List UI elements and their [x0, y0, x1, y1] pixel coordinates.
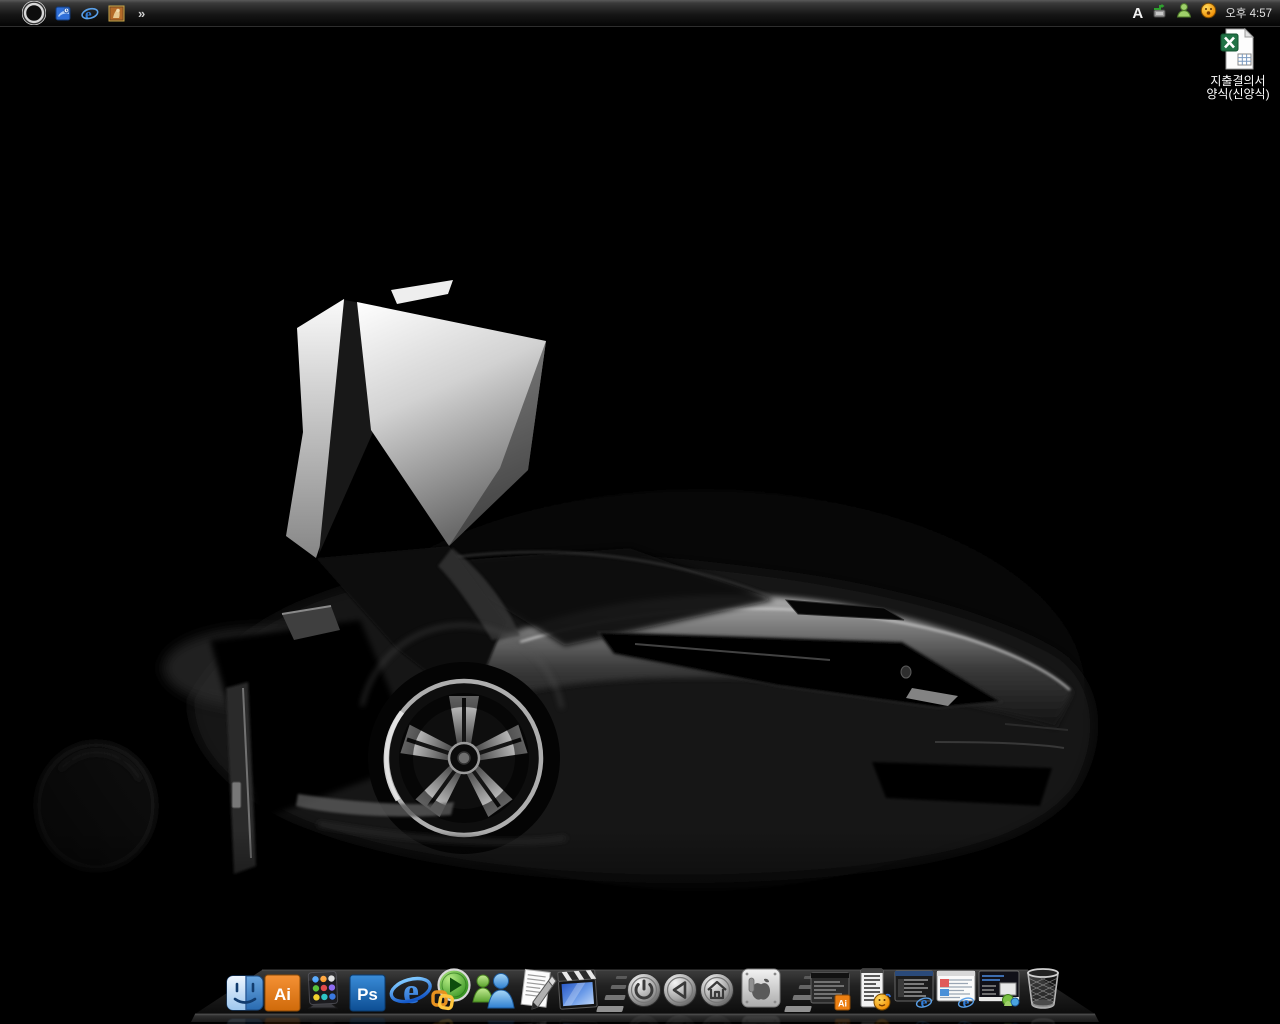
minimized-media-window[interactable]: [978, 970, 1022, 1012]
minimized-illustrator-window[interactable]: Ai Ai: [810, 972, 852, 1012]
text-document-icon[interactable]: [516, 968, 558, 1012]
picture-viewer-icon[interactable]: [108, 5, 125, 22]
media-player-office-icon[interactable]: [429, 968, 473, 1012]
ime-indicator[interactable]: A: [1132, 6, 1143, 21]
svg-text:Ai: Ai: [838, 999, 847, 1009]
trash-icon[interactable]: [1022, 965, 1064, 1011]
wallpaper-car: [0, 0, 1280, 1024]
start-orb-icon[interactable]: [22, 1, 46, 25]
smiley-alert-icon[interactable]: [1200, 2, 1217, 24]
power-button-icon[interactable]: [626, 972, 662, 1008]
applications-stack-icon[interactable]: [303, 970, 343, 1012]
photoshop-icon[interactable]: Ps Ps: [349, 974, 386, 1012]
messenger-icon[interactable]: [471, 970, 517, 1012]
apple-logo-icon[interactable]: [740, 967, 782, 1009]
desktop-icon-excel-expense-form[interactable]: 지출결의서 양식(신양식): [1188, 28, 1280, 101]
home-button-icon[interactable]: [699, 972, 735, 1008]
messenger-buddy-icon[interactable]: [1176, 2, 1192, 24]
movie-clapper-icon[interactable]: [556, 968, 600, 1012]
minimized-ie-window-dark[interactable]: e e: [894, 970, 936, 1012]
minimized-ie-window-light[interactable]: e e: [936, 970, 978, 1012]
finder-icon[interactable]: [226, 974, 264, 1012]
safely-remove-hardware-icon[interactable]: [1151, 2, 1168, 24]
svg-text:Ps: Ps: [357, 985, 378, 1004]
quick-launch-overflow-chevron[interactable]: »: [138, 6, 144, 21]
outlook-icon[interactable]: [55, 5, 72, 22]
dock: Ai Ai: [0, 952, 1280, 1024]
internet-explorer-icon[interactable]: e e: [388, 970, 434, 1012]
system-tray: A 오후 4:57: [1132, 2, 1280, 24]
tray-clock[interactable]: 오후 4:57: [1225, 5, 1272, 21]
excel-document-icon: [1219, 28, 1257, 75]
illustrator-icon[interactable]: Ai Ai: [264, 974, 301, 1012]
desktop-screen: e » A 오후 4:57: [0, 0, 1280, 1024]
internet-explorer-icon[interactable]: e: [81, 5, 99, 22]
minimized-alarm-window[interactable]: [856, 968, 892, 1012]
svg-text:Ai: Ai: [274, 985, 291, 1004]
back-button-icon[interactable]: [662, 972, 698, 1008]
desktop-icon-label-line2: 양식(신양식): [1188, 88, 1280, 101]
top-menubar: e » A 오후 4:57: [0, 0, 1280, 27]
quick-launch-area: e »: [0, 1, 144, 25]
